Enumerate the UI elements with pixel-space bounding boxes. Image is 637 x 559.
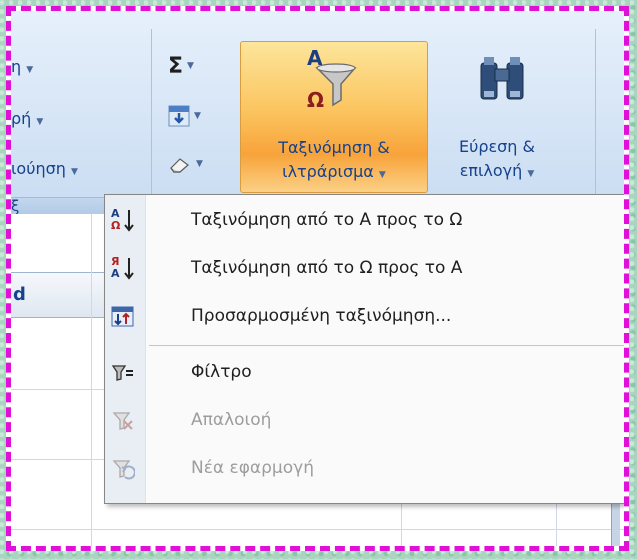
sort-za-icon-bottom: A (111, 267, 120, 280)
menu-separator (149, 345, 624, 346)
menu-item-custom-sort[interactable]: Προσαρμοσμένη ταξινόμηση... (105, 295, 624, 339)
menu-item-label: Ταξινόμηση από το Α προς το Ω (191, 210, 463, 230)
find-select-label: Εύρεση & (458, 137, 535, 156)
reapply-icon (112, 460, 135, 480)
fill-button[interactable]: ▼ (168, 103, 201, 129)
ribbon: η ▼ ρή ▼ ιούηση ▼ ξ Σ ▼ ▼ ▼ A Ω Ταξινόμη… (11, 11, 624, 216)
custom-sort-icon (111, 306, 134, 327)
ribbon-left-item-label: ρή (11, 109, 32, 128)
sort-za-icon: Я A (111, 255, 135, 281)
chevron-down-icon: ▼ (187, 61, 194, 71)
chevron-down-icon: ▼ (36, 117, 44, 127)
filter-icon (111, 365, 133, 381)
eraser-icon (170, 158, 189, 173)
find-select-label-line2: επιλογή ▼ (417, 161, 577, 184)
sort-filter-menu: A Ω Ταξινόμηση από το Α προς το Ω Я A Τα… (104, 194, 624, 504)
clear-button[interactable]: ▼ (168, 151, 203, 177)
group-label: ξ (11, 197, 20, 215)
find-select-button[interactable]: Εύρεση & επιλογή ▼ (429, 41, 589, 193)
fill-down-icon (168, 105, 190, 127)
ribbon-divider (151, 29, 152, 209)
menu-item-reapply[interactable]: Νέα εφαρμογή (105, 447, 624, 491)
chevron-down-icon: ▼ (527, 169, 535, 179)
ribbon-divider (595, 29, 596, 209)
autosum-button[interactable]: Σ ▼ (168, 53, 194, 79)
sort-filter-button[interactable]: A Ω Ταξινόμηση & ιλτράρισμα ▼ (240, 41, 428, 193)
ribbon-left-item[interactable]: η ▼ (11, 57, 33, 76)
binoculars-icon (480, 57, 524, 100)
find-select-label-text: επιλογή (459, 161, 523, 180)
menu-item-label: Προσαρμοσμένη ταξινόμηση... (191, 306, 452, 326)
screenshot-frame: η ▼ ρή ▼ ιούηση ▼ ξ Σ ▼ ▼ ▼ A Ω Ταξινόμη… (6, 6, 629, 551)
chevron-down-icon: ▼ (196, 159, 203, 169)
sort-az-icon-bottom: Ω (111, 219, 121, 232)
sort-icon-top-letter: A (307, 46, 323, 70)
ribbon-left-item-label: η (11, 57, 22, 76)
grid-line (91, 214, 92, 546)
clear-filter-icon (112, 412, 133, 430)
sort-az-icon: A Ω (111, 207, 135, 233)
menu-item-clear[interactable]: Απαλοιοή (105, 399, 624, 443)
menu-item-label: Φίλτρο (191, 362, 252, 382)
chevron-down-icon: ▼ (26, 65, 34, 75)
menu-item-label: Απαλοιοή (191, 410, 272, 430)
chevron-down-icon: ▼ (194, 111, 201, 121)
menu-item-sort-a-to-z[interactable]: A Ω Ταξινόμηση από το Α προς το Ω (105, 199, 624, 243)
sort-icon-bottom-letter: Ω (307, 88, 325, 112)
down-arrow-icon (124, 258, 134, 280)
down-arrow-icon (124, 210, 134, 232)
ribbon-left-item[interactable]: ιούηση ▼ (11, 159, 78, 178)
menu-item-sort-z-to-a[interactable]: Я A Ταξινόμηση από το Ω προς το Α (105, 247, 624, 291)
sort-filter-label-text: ιλτράρισμα (282, 162, 374, 181)
chevron-down-icon: ▼ (70, 167, 78, 177)
menu-item-filter[interactable]: Φίλτρο (105, 351, 624, 395)
ribbon-left-item-label: ιούηση (11, 159, 66, 178)
sort-filter-label-line2: ιλτράρισμα ▼ (241, 162, 427, 185)
ribbon-left-item[interactable]: ρή ▼ (11, 109, 43, 128)
menu-item-label: Νέα εφαρμογή (191, 458, 314, 478)
sigma-icon: Σ (168, 53, 184, 79)
sort-filter-label: Ταξινόμηση & (278, 138, 390, 157)
column-header[interactable]: d (13, 284, 26, 305)
grid-line (11, 529, 624, 530)
menu-item-label: Ταξινόμηση από το Ω προς το Α (191, 258, 463, 278)
chevron-down-icon: ▼ (378, 170, 386, 180)
